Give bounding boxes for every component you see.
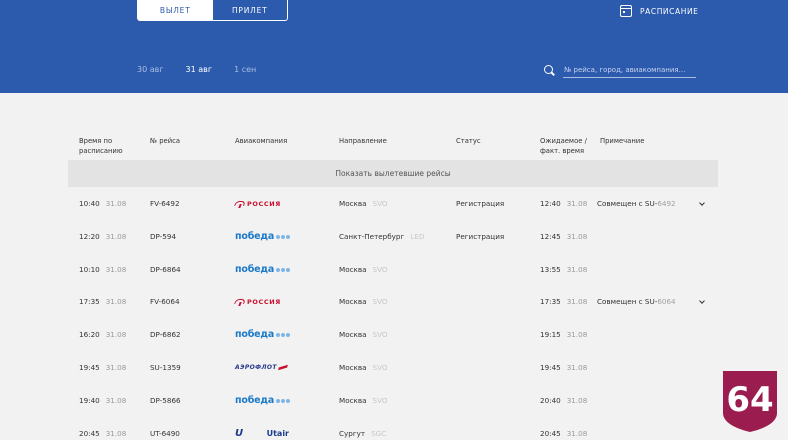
col-note: Примечание <box>600 137 645 145</box>
flight-number: SU-1359 <box>150 363 181 372</box>
airline-logo-pobeda: победа <box>235 395 291 406</box>
col-expected: Ожидаемое / факт. время <box>540 137 587 155</box>
date-selector: 30 авг 31 авг 1 сен <box>137 65 256 74</box>
schedule-label: РАСПИСАНИЕ <box>640 6 699 16</box>
table-row[interactable]: 16:20 31.08 DP-6862 победа Москва SVO 19:15 31.… <box>0 318 788 351</box>
airline-logo-pobeda: победа <box>235 264 291 275</box>
schedule-link[interactable]: РАСПИСАНИЕ <box>620 3 699 19</box>
flight-number: DP-5866 <box>150 396 181 405</box>
table-row[interactable]: 20:45 31.08 UT-6490 U Utair Сургут SGC 20:45 31.… <box>0 417 788 440</box>
airline-logo-rossiya: РОССИЯ <box>235 298 281 306</box>
expected-time: 20:40 31.08 <box>540 396 588 405</box>
rossiya-mark-icon <box>235 200 243 208</box>
flight-number: FV-6492 <box>150 199 180 208</box>
sched-time: 10:40 31.08 <box>79 199 127 208</box>
flight-number: FV-6064 <box>150 297 180 306</box>
status-cell: Регистрация <box>456 232 505 241</box>
show-departed-button[interactable]: Показать вылетевшие рейсы <box>68 160 718 187</box>
sched-time: 20:45 31.08 <box>79 429 127 438</box>
direction-cell: Москва SVO <box>339 297 388 306</box>
airline-logo-aeroflot: АЭРОФЛОТ <box>235 364 288 371</box>
airline-logo-pobeda: победа <box>235 329 291 340</box>
direction-cell: Москва SVO <box>339 396 388 405</box>
table-row[interactable]: 19:40 31.08 DP-5866 победа Москва SVO 20:40 31.… <box>0 384 788 417</box>
airline-logo-utair: U Utair <box>235 428 289 439</box>
col-status: Статус <box>456 137 481 145</box>
departure-tab[interactable]: ВЫЛЕТ <box>138 0 213 20</box>
sched-time: 12:20 31.08 <box>79 232 127 241</box>
note-cell: Совмещен с SU- 6064 <box>597 297 676 306</box>
airline-cell: победа <box>235 253 291 286</box>
expected-time: 19:15 31.08 <box>540 330 588 339</box>
airline-cell: РОССИЯ <box>235 187 281 220</box>
airline-cell: победа <box>235 318 291 351</box>
airline-cell: РОССИЯ <box>235 285 281 318</box>
col-flight: № рейса <box>150 137 181 145</box>
rossiya-mark-icon <box>235 298 243 306</box>
expected-time: 12:45 31.08 <box>540 232 588 241</box>
search-icon[interactable] <box>544 65 553 74</box>
flight-number: DP-6862 <box>150 330 181 339</box>
airline-cell: победа <box>235 384 291 417</box>
aeroflot-wing-icon <box>278 364 288 371</box>
expected-time: 19:45 31.08 <box>540 363 588 372</box>
header-bar: ВЫЛЕТ ПРИЛЕТ РАСПИСАНИЕ 30 авг 31 авг 1 … <box>0 0 788 93</box>
arrival-tab[interactable]: ПРИЛЕТ <box>213 0 288 20</box>
table-row[interactable]: 12:20 31.08 DP-594 победа Санкт-Петербург LED… <box>0 220 788 253</box>
sched-time: 19:45 31.08 <box>79 363 127 372</box>
airline-cell: U Utair <box>235 417 289 440</box>
search-box <box>544 63 696 79</box>
airline-logo-pobeda: победа <box>235 231 291 242</box>
expected-time: 13:55 31.08 <box>540 265 588 274</box>
expected-time: 20:45 31.08 <box>540 429 588 438</box>
sched-time: 10:10 31.08 <box>79 265 127 274</box>
direction-cell: Москва SVO <box>339 265 388 274</box>
direction-toggle: ВЫЛЕТ ПРИЛЕТ <box>137 0 288 21</box>
direction-cell: Москва SVO <box>339 363 388 372</box>
col-airline: Авиакомпания <box>235 137 288 145</box>
status-cell: Регистрация <box>456 199 505 208</box>
table-row[interactable]: 19:45 31.08 SU-1359 АЭРОФЛОТ Москва SVO 19:45 3… <box>0 351 788 384</box>
table-row[interactable]: 17:35 31.08 FV-6064 РОССИЯ Москва SVO 17:35 31.… <box>0 285 788 318</box>
expected-time: 12:40 31.08 <box>540 199 588 208</box>
airline-cell: АЭРОФЛОТ <box>235 351 288 384</box>
search-input[interactable] <box>563 63 696 78</box>
table-row[interactable]: 10:10 31.08 DP-6864 победа Москва SVO 13:55 31.… <box>0 253 788 286</box>
flight-number: DP-6864 <box>150 265 181 274</box>
calendar-icon <box>620 5 632 17</box>
date-next[interactable]: 1 сен <box>234 65 256 74</box>
chevron-down-icon[interactable] <box>699 285 705 318</box>
direction-cell: Санкт-Петербург LED <box>339 232 425 241</box>
direction-cell: Москва SVO <box>339 330 388 339</box>
airline-logo-rossiya: РОССИЯ <box>235 200 281 208</box>
sched-time: 17:35 31.08 <box>79 297 127 306</box>
direction-cell: Сургут SGC <box>339 429 387 438</box>
direction-cell: Москва SVO <box>339 199 388 208</box>
region-64-badge: 64 <box>723 371 777 432</box>
flight-number: UT-6490 <box>150 429 180 438</box>
table-row[interactable]: 10:40 31.08 FV-6492 РОССИЯ Москва SVO Регистра… <box>0 187 788 220</box>
expected-time: 17:35 31.08 <box>540 297 588 306</box>
flight-number: DP-594 <box>150 232 177 241</box>
chevron-down-icon[interactable] <box>699 187 705 220</box>
badge-text: 64 <box>726 380 773 420</box>
airline-cell: победа <box>235 220 291 253</box>
note-cell: Совмещен с SU- 6492 <box>597 199 676 208</box>
date-prev[interactable]: 30 авг <box>137 65 164 74</box>
col-sched-time: Время по расписанию <box>79 137 123 155</box>
utair-mark-icon: U <box>235 428 244 439</box>
date-current[interactable]: 31 авг <box>186 65 213 74</box>
sched-time: 16:20 31.08 <box>79 330 127 339</box>
col-direction: Направление <box>339 137 387 145</box>
sched-time: 19:40 31.08 <box>79 396 127 405</box>
